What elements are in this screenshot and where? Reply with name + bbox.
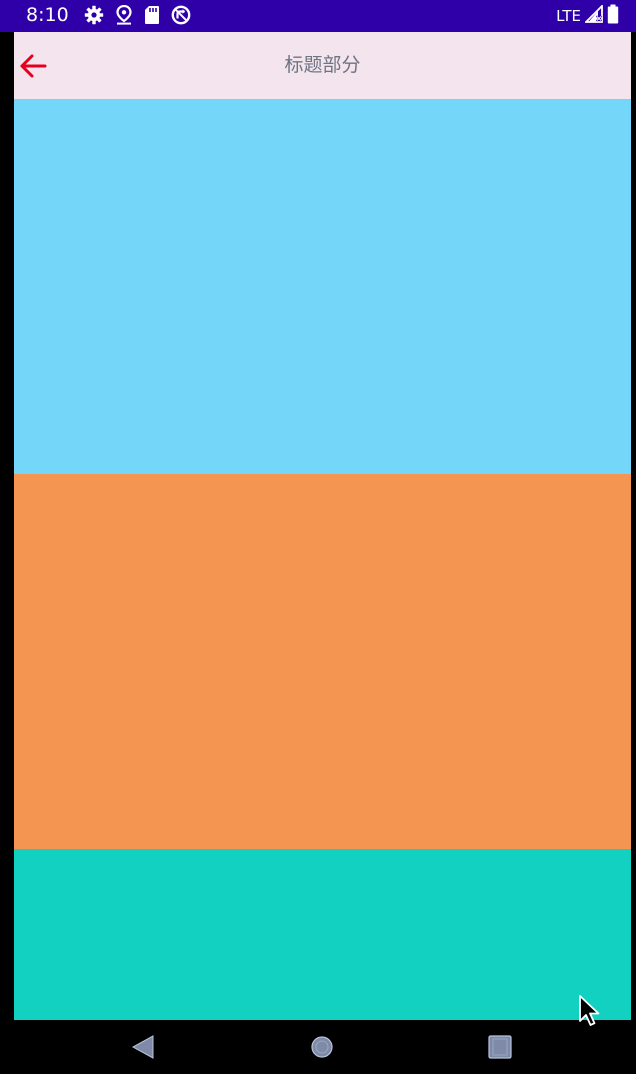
toolbar: 标题部分 xyxy=(14,32,631,99)
battery-icon xyxy=(607,4,619,28)
status-icons-left xyxy=(84,4,191,26)
nav-back-button[interactable] xyxy=(128,1032,158,1062)
signal-icon xyxy=(583,3,603,27)
status-right: LTE xyxy=(556,3,619,28)
back-button[interactable] xyxy=(16,51,50,81)
status-bar: 8:10 LTE xyxy=(0,0,636,32)
location-pin-icon xyxy=(115,5,133,25)
page-title: 标题部分 xyxy=(284,54,361,76)
light-blue-panel xyxy=(14,99,631,474)
recents-square-icon xyxy=(485,1035,515,1066)
nav-home-button[interactable] xyxy=(307,1032,337,1062)
back-triangle-icon xyxy=(128,1035,158,1066)
arrow-left-icon xyxy=(16,54,50,85)
home-circle-icon xyxy=(307,1036,337,1066)
gear-icon xyxy=(84,5,104,25)
mouse-cursor-icon xyxy=(578,995,602,1031)
teal-panel xyxy=(14,849,631,1020)
orange-panel xyxy=(14,474,631,849)
network-type: LTE xyxy=(556,7,581,25)
nav-recents-button[interactable] xyxy=(485,1032,515,1062)
status-time: 8:10 xyxy=(26,4,69,26)
sd-card-icon xyxy=(144,5,160,25)
navigation-bar xyxy=(0,1020,636,1074)
no-sync-icon xyxy=(171,5,191,25)
app-content: 标题部分 xyxy=(14,32,631,1020)
